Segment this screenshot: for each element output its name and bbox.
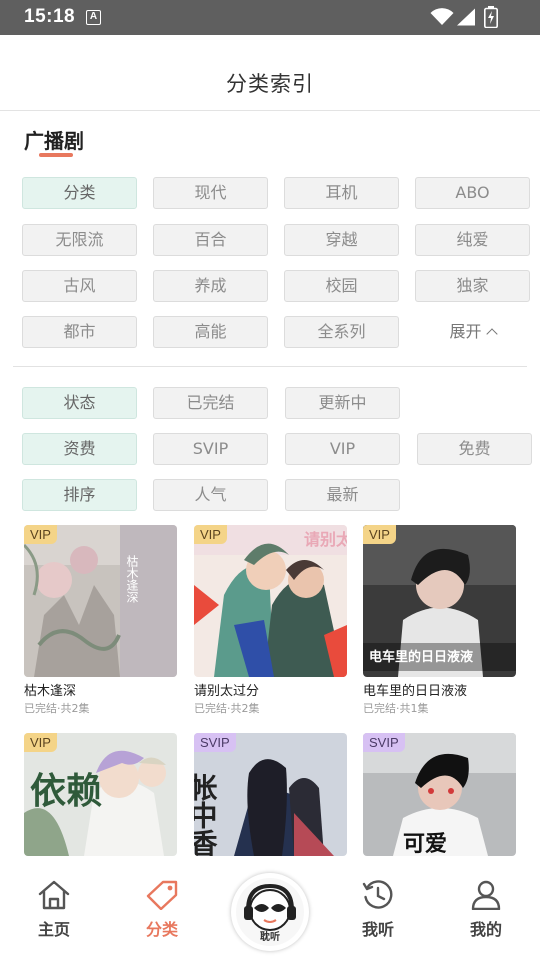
- svip-badge: SVIP: [194, 733, 236, 752]
- filter-chip-earphone[interactable]: 耳机: [284, 177, 399, 209]
- section-title[interactable]: 广播剧: [24, 125, 84, 154]
- battery-icon: [484, 6, 498, 28]
- nav-listen-label: 我听: [361, 920, 394, 939]
- filter-chip-updating[interactable]: 更新中: [285, 387, 400, 419]
- cover-text: 请别太过分: [304, 530, 347, 549]
- filter-chip-raising[interactable]: 养成: [153, 270, 268, 302]
- cover-text: 可爱: [403, 832, 447, 856]
- history-clock-icon: [362, 880, 393, 909]
- drama-cover[interactable]: 请别太过分 VIP: [194, 525, 347, 677]
- drama-cover[interactable]: 依赖 VIP: [24, 733, 177, 856]
- status-bar: 15:18 A: [0, 0, 540, 35]
- drama-meta: 已完结·共1集: [363, 702, 429, 715]
- filter-chip-svip[interactable]: SVIP: [153, 433, 268, 465]
- cover-text: 帐中香: [194, 773, 219, 856]
- chevron-up-icon: [485, 328, 498, 340]
- drama-card[interactable]: 依赖 VIP: [24, 733, 177, 856]
- divider: [13, 366, 527, 367]
- cover-text: 电车里的日日液液: [369, 649, 473, 665]
- vip-badge: VIP: [24, 525, 57, 544]
- drama-title[interactable]: 请别太过分: [194, 680, 347, 699]
- svip-badge: SVIP: [363, 733, 405, 752]
- filter-chip-thrilling[interactable]: 高能: [153, 316, 268, 348]
- filter-chip-exclusive[interactable]: 独家: [415, 270, 530, 302]
- filter-label-sort: 排序: [22, 479, 137, 511]
- vip-badge: VIP: [24, 733, 57, 752]
- wifi-icon: [430, 8, 454, 25]
- drama-card[interactable]: 帐中香 SVIP: [194, 733, 347, 856]
- filter-chip-pure-love[interactable]: 纯爱: [415, 224, 530, 256]
- sort-chip-popular[interactable]: 人气: [153, 479, 268, 511]
- drama-card[interactable]: 请别太过分 VIP 请别太过分 已完结·共2集: [194, 525, 347, 716]
- drama-title[interactable]: 电车里的日日液液: [363, 680, 516, 699]
- status-time: 15:18: [24, 6, 76, 27]
- drama-card[interactable]: 枯木逢深 VIP 枯木逢深 已完结·共2集: [24, 525, 177, 716]
- filter-chip-urban[interactable]: 都市: [22, 316, 137, 348]
- bottom-nav: 主页 分类 耽听 我听 我的: [0, 856, 540, 960]
- notification-a-icon: A: [86, 10, 101, 25]
- filter-chip-all-series[interactable]: 全系列: [284, 316, 399, 348]
- drama-card[interactable]: 可爱 SVIP: [363, 733, 516, 856]
- nav-category[interactable]: 分类: [122, 880, 202, 940]
- drama-title[interactable]: 枯木逢深: [24, 680, 177, 699]
- filter-chip-vip[interactable]: VIP: [285, 433, 400, 465]
- filter-label-category: 分类: [22, 177, 137, 209]
- app-logo-text: 耽听: [260, 932, 280, 943]
- nav-mine-label: 我的: [469, 920, 502, 939]
- filter-label-price: 资费: [22, 433, 137, 465]
- user-icon: [471, 880, 501, 911]
- drama-cover[interactable]: 可爱 SVIP: [363, 733, 516, 856]
- drama-cover[interactable]: 电车里的日日液液 VIP: [363, 525, 516, 677]
- cover-text: 枯木逢深: [125, 554, 139, 603]
- filter-label-status: 状态: [22, 387, 137, 419]
- nav-mine[interactable]: 我的: [446, 880, 526, 940]
- vip-badge: VIP: [363, 525, 396, 544]
- app-root: 15:18 A 分类索引 广播剧 分类 现代 耳机 ABO 无限流 百合 穿越 …: [0, 0, 540, 960]
- page-title: 分类索引: [226, 72, 314, 96]
- vip-badge: VIP: [194, 525, 227, 544]
- filter-chip-time-travel[interactable]: 穿越: [284, 224, 399, 256]
- drama-cover[interactable]: 帐中香 SVIP: [194, 733, 347, 856]
- filter-chip-abo[interactable]: ABO: [415, 177, 530, 209]
- filter-chip-campus[interactable]: 校园: [284, 270, 399, 302]
- section-tab-indicator: [39, 153, 73, 157]
- drama-cover[interactable]: 枯木逢深 VIP: [24, 525, 177, 677]
- filter-chip-yuri[interactable]: 百合: [153, 224, 268, 256]
- filter-chip-modern[interactable]: 现代: [153, 177, 268, 209]
- nav-home-label: 主页: [37, 920, 70, 939]
- drama-meta: 已完结·共2集: [24, 702, 90, 715]
- drama-meta: 已完结·共2集: [194, 702, 260, 715]
- sort-chip-latest[interactable]: 最新: [285, 479, 400, 511]
- filter-chip-infinite[interactable]: 无限流: [22, 224, 137, 256]
- nav-center-logo-button[interactable]: 耽听: [231, 873, 309, 951]
- nav-listen[interactable]: 我听: [338, 880, 418, 940]
- drama-card[interactable]: 电车里的日日液液 VIP 电车里的日日液液 已完结·共1集: [363, 525, 516, 716]
- nav-category-label: 分类: [145, 920, 178, 939]
- nav-home[interactable]: 主页: [14, 880, 94, 940]
- app-logo: 耽听: [236, 878, 304, 946]
- tag-icon: [146, 880, 178, 911]
- filter-chip-free[interactable]: 免费: [417, 433, 532, 465]
- expand-button[interactable]: 展开: [415, 316, 530, 348]
- page-header: 分类索引: [0, 35, 540, 111]
- expand-label: 展开: [449, 322, 482, 341]
- signal-icon: [457, 8, 475, 26]
- filter-chip-completed[interactable]: 已完结: [153, 387, 268, 419]
- cover-text: 依赖: [30, 770, 102, 812]
- home-icon: [38, 880, 70, 910]
- filter-chip-ancient[interactable]: 古风: [22, 270, 137, 302]
